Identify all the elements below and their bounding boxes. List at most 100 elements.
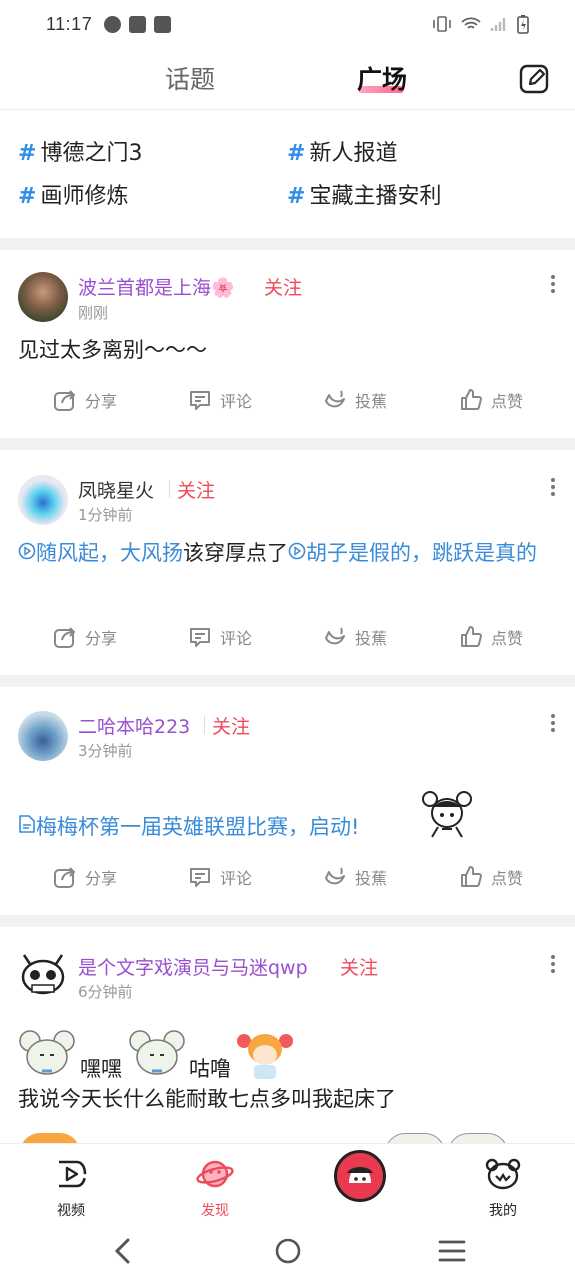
post-card[interactable]: 波兰首都是上海🌸 关注 刚刚 见过太多离别～～～ 分享 评论 投蕉 点赞 (0, 250, 575, 438)
sticker-image (448, 1133, 508, 1143)
sticker-image (385, 1133, 445, 1143)
topic-label: 画师修炼 (40, 184, 129, 209)
banana-icon (325, 627, 345, 645)
sticker-image (237, 1034, 293, 1079)
more-options-icon[interactable] (551, 475, 557, 499)
wifi-icon (461, 17, 481, 29)
hash-icon: # (287, 141, 306, 166)
sticker-image (422, 791, 472, 838)
section-divider (0, 438, 575, 450)
follow-button[interactable]: 关注 (264, 273, 302, 300)
nav-discover[interactable]: 发现 (180, 1158, 250, 1220)
edit-post-icon[interactable] (519, 64, 549, 94)
share-button[interactable]: 分享 (53, 865, 117, 889)
home-icon[interactable] (274, 1237, 302, 1265)
topic-label: 宝藏主播安利 (309, 184, 442, 209)
tab-topics[interactable]: 话题 (165, 60, 215, 96)
back-icon[interactable] (110, 1237, 134, 1265)
banana-label: 投蕉 (355, 392, 388, 411)
video-link-text: 胡子是假的，跳跃是真的 (306, 541, 537, 565)
banana-label: 投蕉 (355, 629, 388, 648)
topic-item[interactable]: # 新人报道 (287, 135, 397, 167)
article-link[interactable]: 梅梅杯第一届英雄联盟比赛，启动! (18, 815, 359, 839)
post-card[interactable]: 是个文字戏演员与马迷qwp 关注 6分钟前 嘿嘿 咕噜 我说今天长什么能耐敢七点… (0, 927, 575, 1143)
video-play-icon (59, 1160, 87, 1188)
mail-notification-icon (129, 15, 147, 33)
play-circle-icon (18, 542, 36, 560)
avatar[interactable] (18, 272, 68, 322)
post-username[interactable]: 波兰首都是上海🌸 (78, 273, 235, 300)
banana-label: 投蕉 (355, 869, 388, 888)
topic-label: 博德之门3 (40, 141, 143, 166)
banana-button[interactable]: 投蕉 (323, 388, 387, 412)
topic-item[interactable]: # 宝藏主播安利 (287, 178, 441, 210)
topic-list: # 博德之门3 # 新人报道 # 画师修炼 # 宝藏主播安利 (0, 111, 575, 238)
post-actions: 分享 评论 投蕉 点赞 (0, 388, 575, 418)
section-divider (0, 675, 575, 687)
nav-video[interactable]: 视频 (36, 1158, 106, 1220)
topic-item[interactable]: # 博德之门3 (18, 135, 142, 167)
tab-plaza[interactable]: 广场 (357, 60, 407, 96)
avatar[interactable] (18, 711, 68, 761)
system-navigation (0, 1223, 575, 1280)
more-options-icon[interactable] (551, 952, 557, 976)
nav-mine-label: 我的 (489, 1203, 517, 1219)
like-button[interactable]: 点赞 (459, 388, 523, 412)
document-icon (19, 815, 35, 833)
post-time: 3分钟前 (78, 742, 133, 760)
avatar[interactable] (18, 949, 68, 999)
bottom-navigation: 视频 发现 我的 (0, 1143, 575, 1223)
planet-icon (196, 1160, 234, 1188)
share-button[interactable]: 分享 (53, 388, 117, 412)
follow-button[interactable]: 关注 (177, 476, 215, 503)
post-text: 梅梅杯第一届英雄联盟比赛，启动! (18, 811, 400, 844)
post-card[interactable]: 二哈本哈223 关注 3分钟前 梅梅杯第一届英雄联盟比赛，启动! 分享 评论 投… (0, 687, 575, 915)
name-divider (169, 480, 170, 498)
status-icons (432, 14, 529, 34)
profile-icon (485, 1158, 521, 1190)
sticker-caption: 咕噜 (189, 1057, 231, 1081)
post-text: 随风起，大风扬该穿厚点了 胡子是假的，跳跃是真的 (18, 537, 557, 570)
post-text: 我说今天长什么能耐敢七点多叫我起床了 (18, 1087, 396, 1111)
banana-icon (325, 867, 345, 885)
post-username[interactable]: 凤晓星火 (78, 476, 154, 503)
comment-button[interactable]: 评论 (188, 388, 252, 412)
comment-icon (190, 391, 210, 410)
center-create-button[interactable] (334, 1150, 386, 1202)
avatar[interactable] (18, 475, 68, 525)
post-username[interactable]: 是个文字戏演员与马迷qwp (78, 953, 308, 980)
like-button[interactable]: 点赞 (459, 865, 523, 889)
mail-notification-icon-2 (154, 15, 172, 33)
share-label: 分享 (85, 629, 118, 648)
share-button[interactable]: 分享 (53, 625, 117, 649)
more-options-icon[interactable] (551, 272, 557, 296)
top-header: 话题 广场 (0, 48, 575, 110)
comment-button[interactable]: 评论 (188, 865, 252, 889)
section-divider (0, 915, 575, 927)
status-time: 11:17 (46, 13, 93, 34)
menu-icon[interactable] (438, 1239, 466, 1263)
banana-button[interactable]: 投蕉 (323, 625, 387, 649)
section-divider (0, 238, 575, 250)
more-options-icon[interactable] (551, 711, 557, 735)
video-link[interactable]: 胡子是假的，跳跃是真的 (288, 541, 537, 565)
follow-button[interactable]: 关注 (340, 953, 378, 980)
play-circle-icon (288, 542, 306, 560)
like-button[interactable]: 点赞 (459, 625, 523, 649)
like-label: 点赞 (491, 869, 524, 888)
share-icon (54, 627, 76, 648)
follow-button[interactable]: 关注 (212, 712, 250, 739)
thumbs-up-icon (461, 626, 482, 647)
sticker-caption: 嘿嘿 (80, 1057, 122, 1081)
nav-mine[interactable]: 我的 (468, 1158, 538, 1220)
post-card[interactable]: 凤晓星火 关注 1分钟前 随风起，大风扬该穿厚点了 胡子是假的，跳跃是真的 分享 … (0, 450, 575, 675)
comment-button[interactable]: 评论 (188, 625, 252, 649)
banana-button[interactable]: 投蕉 (323, 865, 387, 889)
hash-icon: # (287, 184, 306, 209)
video-link[interactable]: 随风起，大风扬 (18, 541, 183, 565)
post-username[interactable]: 二哈本哈223 (78, 712, 190, 739)
article-link-text: 梅梅杯第一届英雄联盟比赛，启动! (36, 815, 360, 839)
battery-charging-icon (517, 15, 529, 34)
topic-item[interactable]: # 画师修炼 (18, 178, 128, 210)
vibrate-icon (433, 16, 451, 32)
